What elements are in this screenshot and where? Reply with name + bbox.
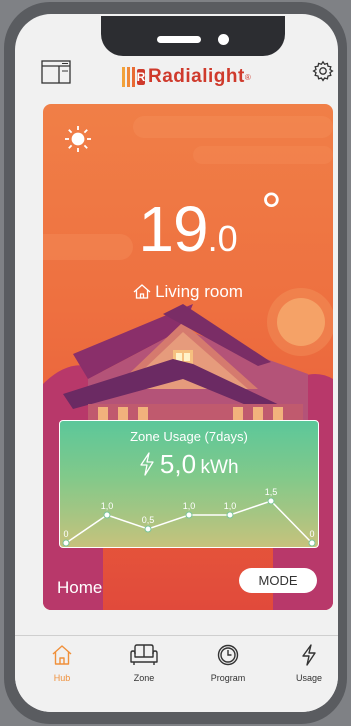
notch bbox=[101, 16, 285, 56]
home-icon bbox=[52, 645, 72, 665]
usage-point bbox=[103, 511, 111, 519]
temp-integer: 19 bbox=[138, 193, 208, 265]
sofa-icon bbox=[130, 644, 158, 665]
logo-mark: R bbox=[122, 67, 146, 87]
usage-point bbox=[144, 525, 152, 533]
tab-hub[interactable]: Hub bbox=[27, 644, 97, 683]
svg-text:R: R bbox=[137, 70, 146, 84]
usage-point-label: 1,0 bbox=[101, 501, 114, 511]
gear-icon[interactable] bbox=[312, 60, 334, 82]
clock-icon bbox=[217, 644, 239, 666]
room-name: Living room bbox=[155, 282, 243, 301]
tab-program-label: Program bbox=[210, 673, 246, 683]
screen: R Radialight ® 19.0 ° Living room Zone U… bbox=[15, 14, 338, 712]
tab-bar: Hub Zone Program Usage bbox=[15, 635, 338, 712]
usage-point bbox=[226, 511, 234, 519]
usage-line-chart: 0 1,0 0,5 1,0 1,0 1,5 0 bbox=[62, 487, 316, 547]
usage-point bbox=[267, 497, 275, 505]
brand-reg: ® bbox=[244, 72, 251, 82]
tab-program[interactable]: Program bbox=[193, 644, 263, 683]
speaker bbox=[157, 36, 201, 43]
house-outline-icon bbox=[133, 284, 151, 299]
usage-point-label: 1,0 bbox=[183, 501, 196, 511]
mode-button[interactable]: MODE bbox=[239, 568, 317, 593]
tab-hub-label: Hub bbox=[53, 673, 71, 683]
room-label: Living room bbox=[43, 282, 333, 302]
usage-point bbox=[62, 539, 70, 547]
tab-zone-label: Zone bbox=[133, 673, 155, 683]
usage-point-label: 1,0 bbox=[224, 501, 237, 511]
camera bbox=[218, 34, 229, 45]
degree-symbol: ° bbox=[261, 183, 282, 241]
usage-point bbox=[308, 539, 316, 547]
dashboard-panel-icon[interactable] bbox=[41, 60, 71, 84]
usage-point-label: 0,5 bbox=[142, 515, 155, 525]
usage-point-label: 1,5 bbox=[265, 487, 278, 497]
zone-usage-panel[interactable]: Zone Usage (7days) 5,0 kWh 0 1,0 0,5 1,0 1,0… bbox=[59, 420, 319, 548]
thermostat-card[interactable]: 19.0 ° Living room Zone Usage (7days) 5,… bbox=[43, 104, 333, 610]
lightning-icon bbox=[302, 644, 316, 666]
brand-logo: R Radialight ® bbox=[120, 63, 251, 91]
phone-frame: R Radialight ® 19.0 ° Living room Zone U… bbox=[4, 2, 347, 724]
temp-decimal: .0 bbox=[207, 218, 238, 259]
usage-point-label: 0 bbox=[309, 529, 314, 539]
usage-point-label: 0 bbox=[63, 529, 68, 539]
usage-point bbox=[185, 511, 193, 519]
brand-name: Radialight bbox=[148, 66, 245, 87]
sun-icon[interactable] bbox=[63, 124, 93, 154]
tab-zone[interactable]: Zone bbox=[109, 644, 179, 683]
zone-name: Home bbox=[57, 578, 103, 597]
tab-usage-label: Usage bbox=[295, 673, 322, 683]
temperature-display: 19.0 ° bbox=[43, 183, 333, 266]
tab-usage[interactable]: Usage bbox=[274, 644, 338, 683]
